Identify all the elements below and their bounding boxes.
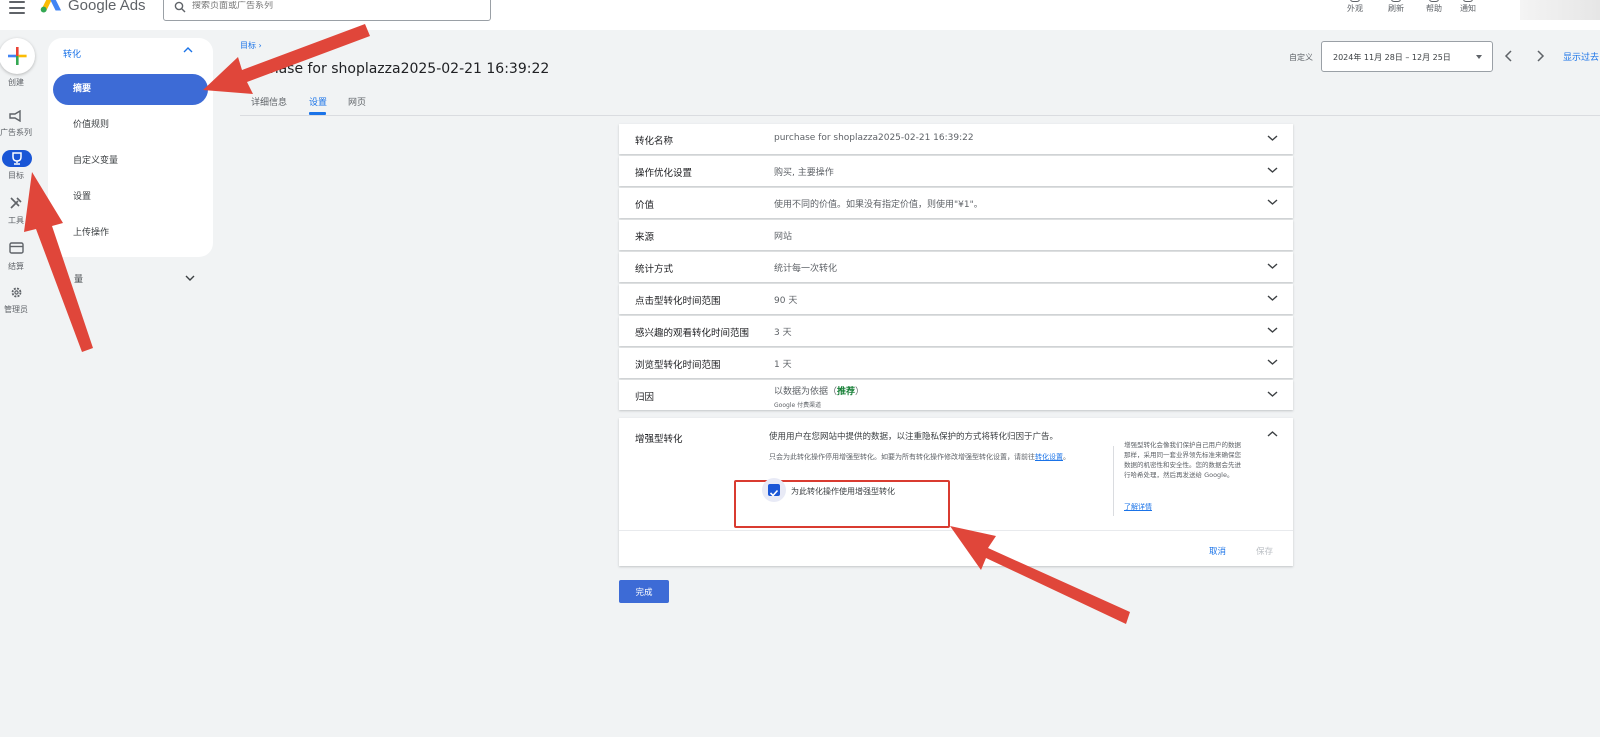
show-past-link[interactable]: 显示过去 (1563, 50, 1599, 63)
enhanced-checkbox-label[interactable]: 为此转化操作使用增强型转化 (791, 486, 895, 497)
setting-row-attribution[interactable]: 归因 以数据为依据（推荐） Google 付费渠道 (619, 380, 1293, 410)
notifications-button[interactable]: 通知 (1453, 0, 1483, 14)
panel-footer-divider (619, 530, 1293, 531)
setting-row-view-through-window[interactable]: 浏览型转化时间范围 1 天 (619, 348, 1293, 378)
search-input[interactable] (192, 1, 472, 11)
date-range-picker[interactable]: 2024年 11月 28日 – 12月 25日 (1321, 41, 1493, 72)
help-button[interactable]: 帮助 (1419, 0, 1449, 14)
account-area[interactable] (1520, 0, 1600, 20)
goals-label[interactable]: 目标 (0, 170, 36, 181)
subnav-item-uploads[interactable]: 上传操作 (53, 218, 208, 249)
enhanced-aside: 增强型转化会像我们保护自己用户的数据那样，采用同一套业界领先标准来确保您数据的机… (1124, 441, 1241, 479)
chevron-down-icon[interactable] (1267, 134, 1278, 142)
billing-label[interactable]: 结算 (0, 261, 36, 272)
enhanced-note: 只会为此转化操作停用增强型转化。如要为所有转化操作修改增强型转化设置，请前往转化… (769, 453, 1070, 461)
chevron-down-icon[interactable] (1267, 326, 1278, 334)
create-label: 创建 (8, 78, 24, 87)
setting-row-engaged-view-window[interactable]: 感兴趣的观看转化时间范围 3 天 (619, 316, 1293, 346)
campaigns-label[interactable]: 广告系列 (0, 127, 36, 138)
chevron-up-icon[interactable] (183, 46, 193, 54)
chevron-down-icon[interactable] (1267, 294, 1278, 302)
subnav-item-settings[interactable]: 设置 (53, 182, 208, 213)
subnav-item-summary[interactable]: 摘要 (53, 74, 208, 105)
recommended-badge: 推荐 (837, 387, 856, 397)
appearance-icon (1350, 0, 1360, 2)
tab-details[interactable]: 详细信息 (251, 95, 287, 108)
conversion-settings-link[interactable]: 转化设置 (1035, 453, 1063, 461)
chevron-down-icon[interactable] (185, 274, 195, 282)
gear-icon[interactable] (10, 286, 23, 299)
setting-row-source: 来源 网站 (619, 220, 1293, 250)
conversions-subnav: 转化 摘要 价值规则 自定义变量 设置 上传操作 (48, 38, 213, 257)
plus-icon (8, 47, 27, 65)
tools-icon[interactable] (9, 196, 23, 210)
enhanced-title: 增强型转化 (635, 434, 683, 445)
chevron-right-icon[interactable] (1535, 50, 1545, 62)
top-bar: Google Ads 外观 刷新 帮助 通知 (0, 0, 1600, 30)
subnav-measurement[interactable]: 量 (74, 272, 83, 285)
subnav-item-custom-variables[interactable]: 自定义变量 (53, 146, 208, 177)
chevron-up-icon[interactable] (1267, 430, 1278, 438)
search-icon (174, 1, 186, 13)
page-title: chase for shoplazza2025-02-21 16:39:22 (262, 61, 550, 77)
cancel-button[interactable]: 取消 (1209, 545, 1226, 557)
subnav-item-value-rules[interactable]: 价值规则 (53, 110, 208, 141)
goals-nav[interactable] (2, 150, 32, 167)
refresh-button[interactable]: 刷新 (1381, 0, 1411, 14)
annotation-arrow-top (203, 24, 370, 94)
brand-name: Google Ads (68, 0, 146, 14)
setting-row-value[interactable]: 价值 使用不同的价值。如果没有指定价值，则使用"¥1"。 (619, 188, 1293, 218)
setting-row-counting[interactable]: 统计方式 统计每一次转化 (619, 252, 1293, 282)
chevron-down-icon[interactable] (1267, 390, 1278, 398)
setting-row-click-window[interactable]: 点击型转化时间范围 90 天 (619, 284, 1293, 314)
breadcrumb[interactable]: 目标 › (240, 40, 262, 51)
admin-label[interactable]: 管理员 (0, 304, 36, 315)
help-icon (1429, 0, 1439, 2)
megaphone-icon[interactable] (9, 110, 25, 122)
appearance-button[interactable]: 外观 (1340, 0, 1370, 14)
google-ads-logo[interactable] (40, 0, 62, 16)
setting-row-conversion-name[interactable]: 转化名称 purchase for shoplazza2025-02-21 16… (619, 124, 1293, 154)
billing-icon[interactable] (9, 242, 24, 254)
trophy-icon (12, 152, 22, 165)
tab-settings[interactable]: 设置 (309, 95, 327, 108)
checkbox-checked[interactable] (768, 484, 780, 497)
enhanced-conversions-panel: 增强型转化 使用用户在您网站中提供的数据，以注重隐私保护的方式将转化归因于广告。… (619, 418, 1293, 566)
enhanced-description: 使用用户在您网站中提供的数据，以注重隐私保护的方式将转化归因于广告。 (769, 432, 1059, 442)
notifications-icon (1463, 0, 1473, 2)
tab-webpages[interactable]: 网页 (348, 95, 366, 108)
menu-icon[interactable] (9, 0, 25, 14)
date-range-value: 2024年 11月 28日 – 12月 25日 (1333, 53, 1451, 62)
date-range-label: 自定义 (1289, 53, 1313, 62)
tools-label[interactable]: 工具 (0, 215, 36, 226)
chevron-down-icon[interactable] (1267, 198, 1278, 206)
done-button[interactable]: 完成 (619, 580, 669, 603)
subnav-section-title[interactable]: 转化 (63, 47, 81, 60)
panel-divider (1113, 446, 1114, 516)
refresh-icon (1391, 0, 1401, 2)
learn-more-link[interactable]: 了解详情 (1124, 502, 1152, 512)
enhanced-checkbox[interactable] (762, 478, 786, 502)
attribution-sub: Google 付费渠道 (774, 402, 822, 409)
chevron-down-icon[interactable] (1267, 166, 1278, 174)
dropdown-caret-icon (1476, 55, 1482, 59)
chevron-left-icon[interactable] (1504, 50, 1514, 62)
chevron-down-icon[interactable] (1267, 262, 1278, 270)
create-button[interactable] (0, 38, 35, 74)
check-icon (769, 489, 779, 497)
save-button[interactable]: 保存 (1256, 545, 1273, 557)
header-divider (240, 115, 1600, 116)
chevron-down-icon[interactable] (1267, 358, 1278, 366)
search-box[interactable] (163, 0, 491, 21)
setting-row-optimization[interactable]: 操作优化设置 购买, 主要操作 (619, 156, 1293, 186)
